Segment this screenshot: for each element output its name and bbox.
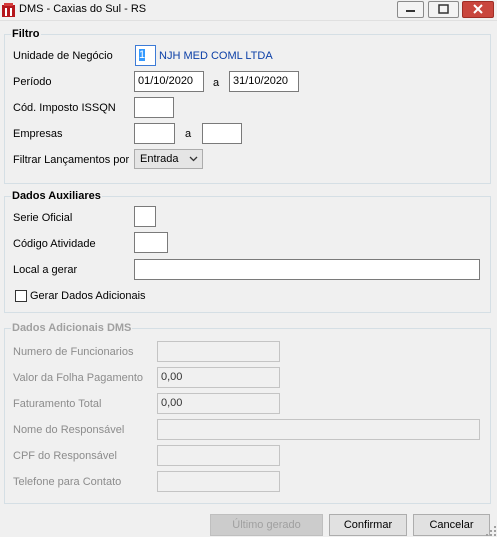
window-title: DMS - Caxias do Sul - RS bbox=[19, 3, 147, 15]
empresas-to-input[interactable] bbox=[202, 123, 242, 144]
minimize-button[interactable] bbox=[397, 1, 424, 18]
faturamento-label: Faturamento Total bbox=[13, 398, 102, 410]
chevron-down-icon bbox=[189, 156, 198, 162]
cod-imposto-label: Cód. Imposto ISSQN bbox=[13, 102, 116, 114]
serie-input[interactable] bbox=[134, 206, 156, 227]
confirmar-button[interactable]: Confirmar bbox=[329, 514, 407, 536]
filtrar-select[interactable]: Entrada bbox=[134, 149, 203, 169]
unidade-name: NJH MED COML LTDA bbox=[159, 50, 273, 62]
filtrar-select-value: Entrada bbox=[140, 153, 179, 165]
resize-grip-icon[interactable] bbox=[486, 526, 496, 536]
serie-label: Serie Oficial bbox=[13, 212, 73, 224]
unidade-label: Unidade de Negócio bbox=[13, 50, 113, 62]
cod-imposto-input[interactable] bbox=[134, 97, 174, 118]
periodo-separator: a bbox=[213, 77, 220, 89]
close-button[interactable] bbox=[462, 1, 494, 18]
gerar-label[interactable]: Gerar Dados Adicionais bbox=[30, 290, 146, 302]
adicionais-title: Dados Adicionais DMS bbox=[11, 322, 133, 334]
funcionarios-input[interactable] bbox=[157, 341, 280, 362]
gerar-checkbox[interactable] bbox=[15, 290, 27, 302]
responsavel-label: Nome do Responsável bbox=[13, 424, 125, 436]
periodo-from-input[interactable]: 01/10/2020 bbox=[134, 71, 204, 92]
funcionarios-label: Numero de Funcionarios bbox=[13, 346, 134, 358]
filtro-title: Filtro bbox=[11, 28, 41, 40]
maximize-icon bbox=[438, 4, 449, 14]
periodo-label: Período bbox=[13, 76, 52, 88]
telefone-label: Telefone para Contato bbox=[13, 476, 122, 488]
unidade-code-value: 1 bbox=[139, 49, 146, 61]
codigo-input[interactable] bbox=[134, 232, 168, 253]
faturamento-input[interactable]: 0,00 bbox=[157, 393, 280, 414]
local-label: Local a gerar bbox=[13, 264, 78, 276]
codigo-label: Código Atividade bbox=[13, 238, 96, 250]
folha-label: Valor da Folha Pagamento bbox=[13, 372, 144, 384]
folha-input[interactable]: 0,00 bbox=[157, 367, 280, 388]
auxiliares-title: Dados Auxiliares bbox=[11, 190, 102, 202]
periodo-to-input[interactable]: 31/10/2020 bbox=[229, 71, 299, 92]
empresas-label: Empresas bbox=[13, 128, 63, 140]
title-bar[interactable]: DMS - Caxias do Sul - RS bbox=[0, 0, 497, 21]
minimize-icon bbox=[406, 10, 415, 12]
filtrar-label: Filtrar Lançamentos por bbox=[13, 154, 130, 166]
cancelar-button[interactable]: Cancelar bbox=[413, 514, 490, 536]
empresas-separator: a bbox=[185, 128, 192, 140]
empresas-from-input[interactable] bbox=[134, 123, 175, 144]
local-input[interactable] bbox=[134, 259, 480, 280]
cpf-input[interactable] bbox=[157, 445, 280, 466]
maximize-button[interactable] bbox=[428, 1, 459, 18]
responsavel-input[interactable] bbox=[157, 419, 480, 440]
app-icon bbox=[2, 3, 15, 17]
close-icon bbox=[473, 4, 483, 14]
ultimo-gerado-button[interactable]: Último gerado bbox=[210, 514, 323, 536]
telefone-input[interactable] bbox=[157, 471, 280, 492]
unidade-code-input[interactable]: 1 bbox=[135, 45, 156, 66]
cpf-label: CPF do Responsável bbox=[13, 450, 117, 462]
